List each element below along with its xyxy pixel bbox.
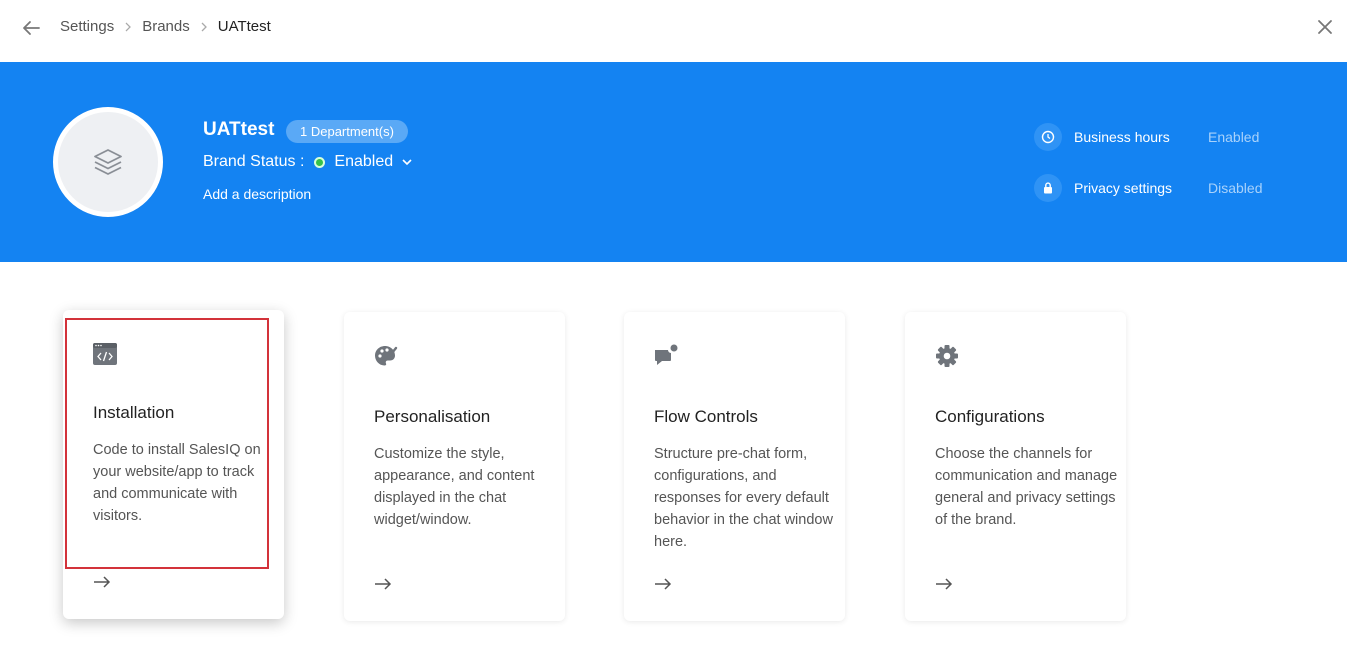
arrow-right-icon[interactable]	[935, 577, 953, 591]
card-description: Code to install SalesIQ on your website/…	[93, 442, 261, 524]
card-title: Flow Controls	[654, 407, 758, 426]
code-window-icon	[93, 343, 117, 365]
brand-name: UATtest	[203, 119, 275, 140]
business-hours-label[interactable]: Business hours	[1074, 129, 1208, 145]
brand-status: Brand Status : Enabled	[203, 153, 413, 171]
chat-notification-icon	[655, 344, 678, 365]
brand-header: UATtest 1 Department(s) Brand Status : E…	[0, 62, 1347, 262]
card-title: Personalisation	[374, 407, 491, 426]
clock-icon	[1034, 123, 1062, 151]
business-hours-state: Enabled	[1208, 129, 1260, 145]
arrow-right-icon[interactable]	[374, 577, 392, 591]
card-installation[interactable]: Installation Code to install SalesIQ on …	[63, 310, 284, 619]
card-configurations[interactable]: Configurations Choose the channels for c…	[905, 312, 1126, 621]
breadcrumb-current: UATtest	[217, 18, 271, 35]
business-hours-setting[interactable]: Business hours Enabled	[1034, 123, 1259, 151]
breadcrumb-settings[interactable]: Settings	[60, 18, 114, 35]
back-arrow-icon[interactable]	[20, 17, 42, 39]
layers-icon	[94, 149, 122, 175]
gear-icon	[936, 345, 958, 367]
close-icon[interactable]	[1315, 17, 1335, 37]
chevron-right-icon	[125, 22, 132, 31]
privacy-setting[interactable]: Privacy settings Disabled	[1034, 174, 1262, 202]
brand-status-dropdown[interactable]: Enabled	[334, 153, 393, 171]
card-description: Customize the style, appearance, and con…	[374, 446, 535, 528]
department-badge[interactable]: 1 Department(s)	[286, 120, 408, 143]
brand-status-label: Brand Status :	[203, 153, 305, 170]
chevron-right-icon	[201, 22, 207, 31]
card-description: Structure pre-chat form, configurations,…	[654, 446, 833, 550]
card-personalisation[interactable]: Personalisation Customize the style, app…	[344, 312, 565, 621]
breadcrumb-brands[interactable]: Brands	[142, 18, 190, 35]
privacy-settings-label[interactable]: Privacy settings	[1074, 180, 1208, 196]
card-title: Installation	[93, 403, 175, 422]
chevron-down-icon[interactable]	[401, 156, 413, 168]
arrow-right-icon[interactable]	[654, 577, 672, 591]
add-description-link[interactable]: Add a description	[203, 186, 311, 202]
breadcrumb: Settings Brands UATtest	[60, 18, 271, 35]
palette-icon	[375, 346, 398, 366]
privacy-settings-state: Disabled	[1208, 180, 1263, 196]
card-title: Configurations	[935, 407, 1045, 426]
lock-icon	[1034, 174, 1062, 202]
arrow-right-icon[interactable]	[93, 575, 111, 589]
top-bar: Settings Brands UATtest	[0, 0, 1347, 62]
brand-avatar[interactable]	[53, 107, 163, 217]
status-dot-icon	[314, 156, 326, 168]
card-flow-controls[interactable]: Flow Controls Structure pre-chat form, c…	[624, 312, 845, 621]
card-description: Choose the channels for communication an…	[935, 446, 1118, 528]
